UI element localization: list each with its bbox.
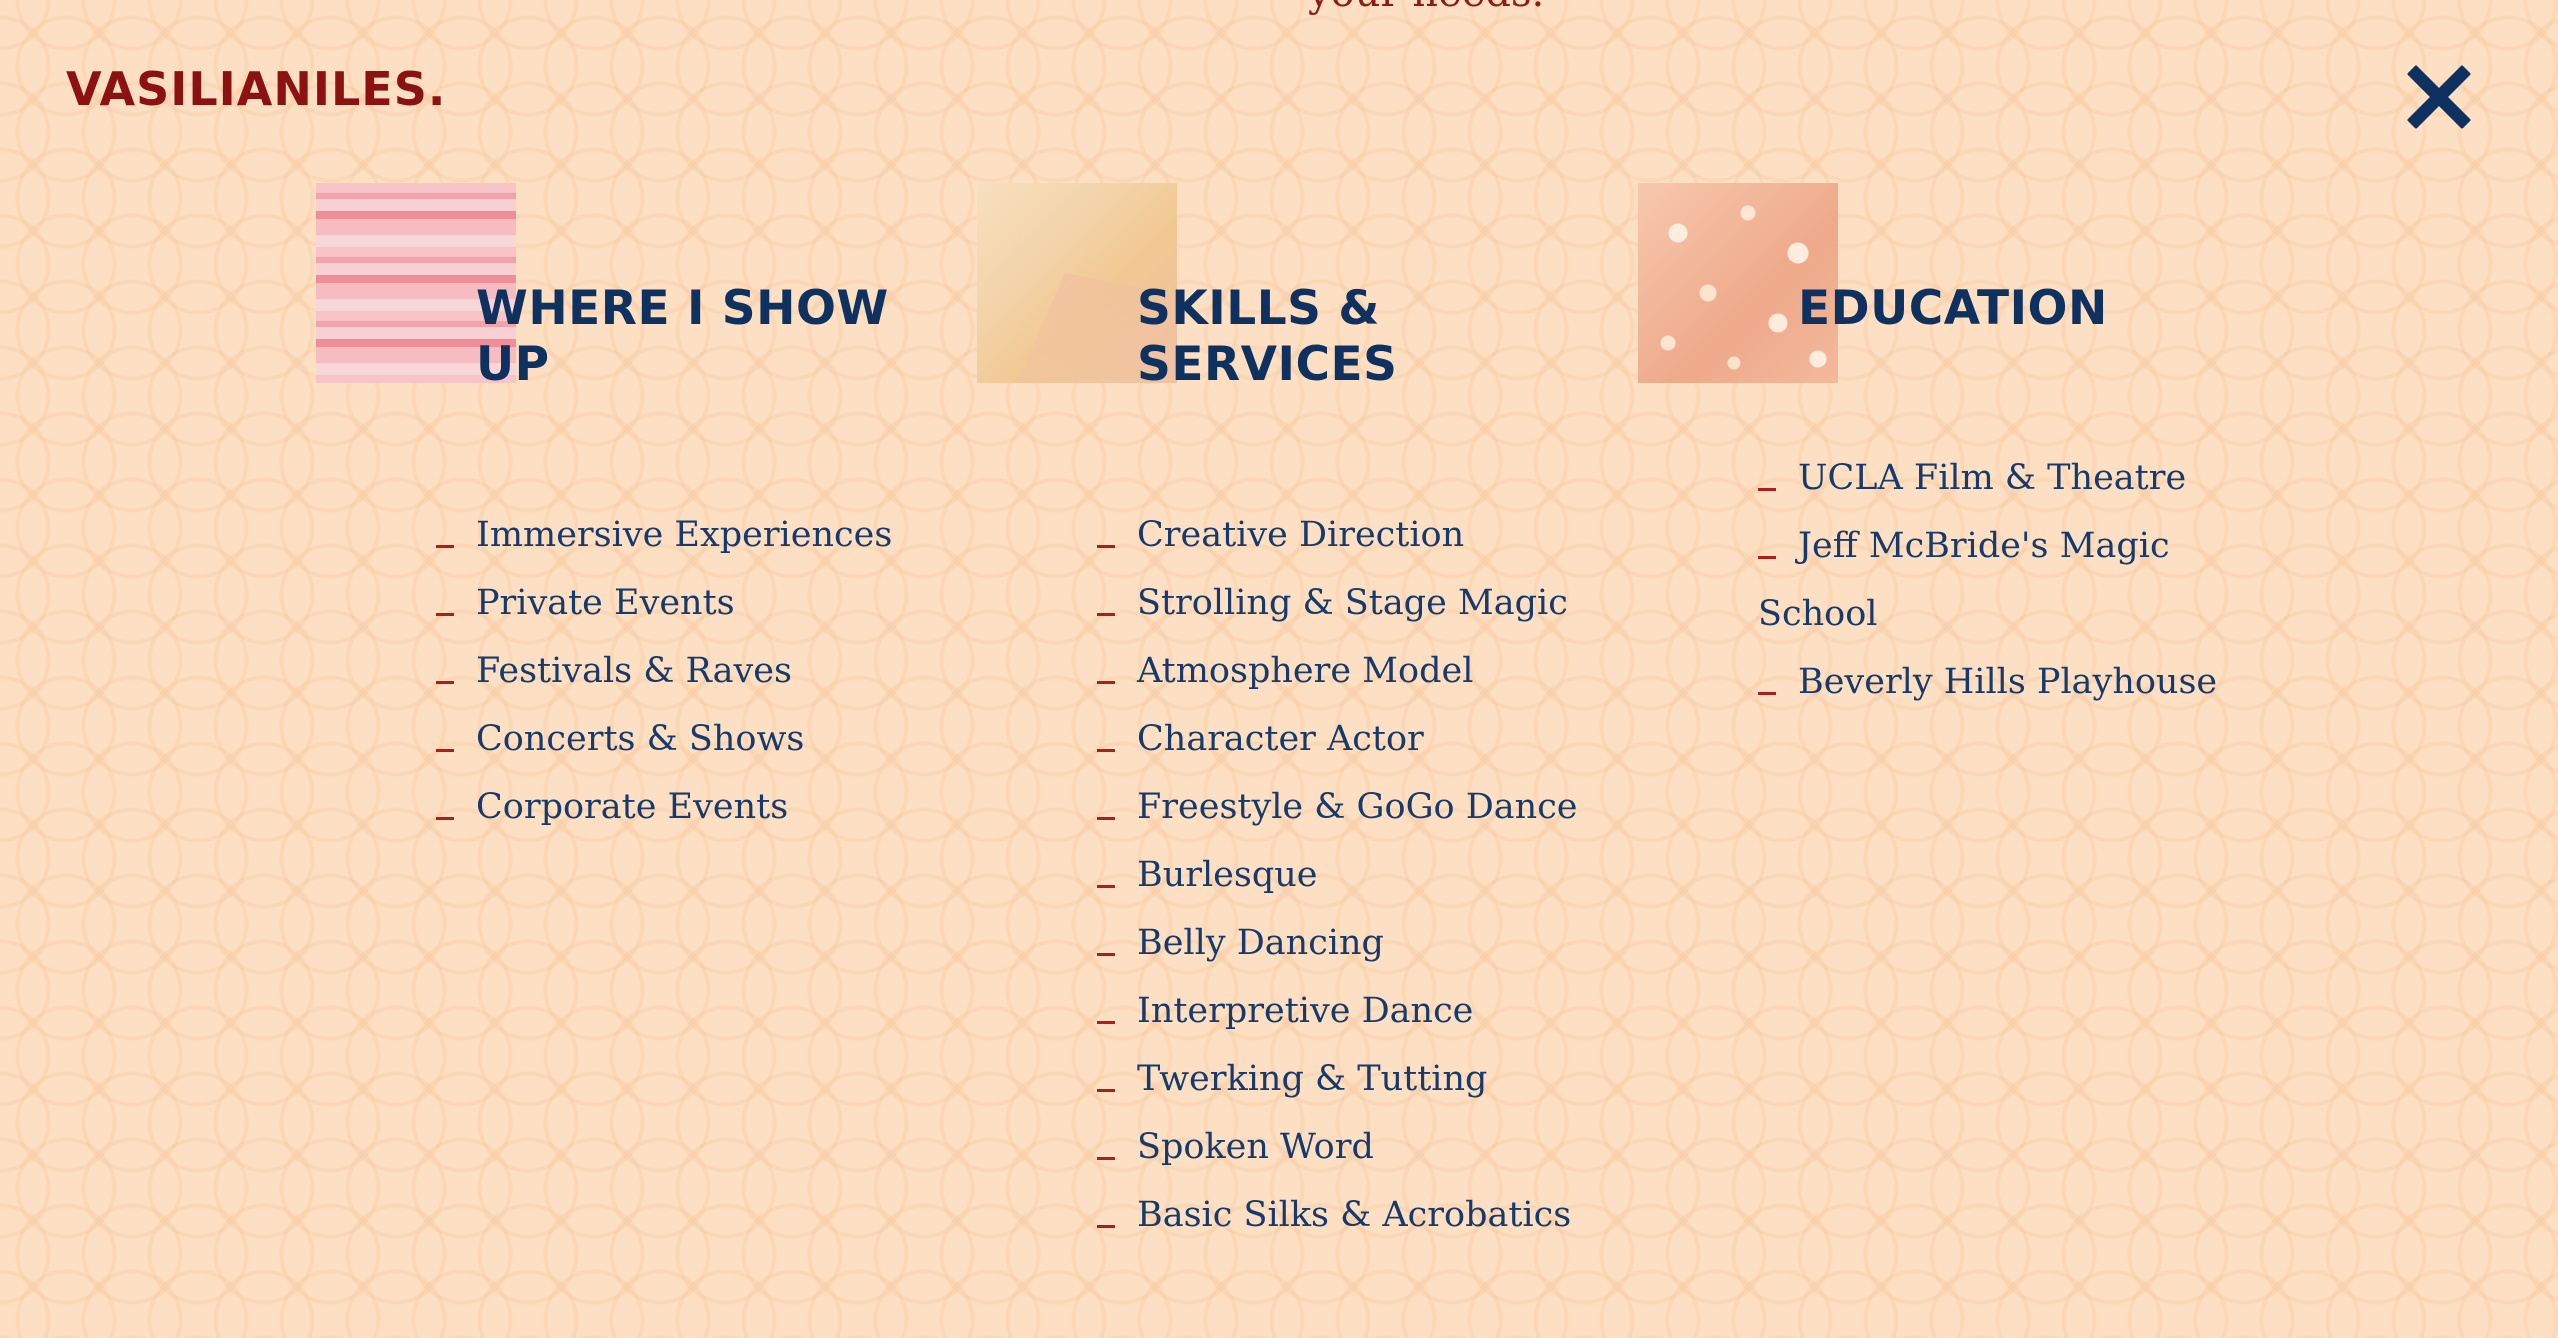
list-item-continuation: School [1758,594,1878,634]
list-item: Interpretive Dance [1097,977,1577,1045]
list-item: Strolling & Stage Magic [1097,569,1577,637]
list-item: Atmosphere Model [1097,637,1577,705]
list-item: Beverly Hills Playhouse [1758,648,2238,716]
list-item: Belly Dancing [1097,909,1577,977]
list-item: Concerts & Shows [436,705,916,773]
list-item: Spoken Word [1097,1113,1577,1181]
skills-list: Creative Direction Strolling & Stage Mag… [1097,501,1578,1249]
list-item: Freestyle & GoGo Dance [1097,773,1578,841]
list-item: Basic Silks & Acrobatics [1097,1181,1577,1249]
list-item: Festivals & Raves [436,637,916,705]
education-list: UCLA Film & Theatre Jeff McBride's Magic… [1758,444,2238,716]
list-item-text: Jeff McBride's Magic [1798,526,2170,566]
list-item: Private Events [436,569,916,637]
list-item: Burlesque [1097,841,1577,909]
close-menu-button[interactable] [2404,62,2474,132]
list-item: Jeff McBride's Magic School [1758,512,2178,648]
list-item: Corporate Events [436,773,916,841]
list-item: Creative Direction [1097,501,1577,569]
list-item: Twerking & Tutting [1097,1045,1577,1113]
venue-list: Immersive Experiences Private Events Fes… [436,501,916,841]
column-title: SKILLS & SERVICES [1137,281,1398,392]
previous-section-text: your needs. [1308,0,1544,16]
site-logo[interactable]: VASILIANILES. [66,62,446,116]
close-icon [2407,65,2471,129]
list-item: Immersive Experiences [436,501,916,569]
column-title: WHERE I SHOW UP [476,281,889,392]
list-item: UCLA Film & Theatre [1758,444,2238,512]
list-item: Character Actor [1097,705,1577,773]
column-title: EDUCATION [1798,281,2108,336]
